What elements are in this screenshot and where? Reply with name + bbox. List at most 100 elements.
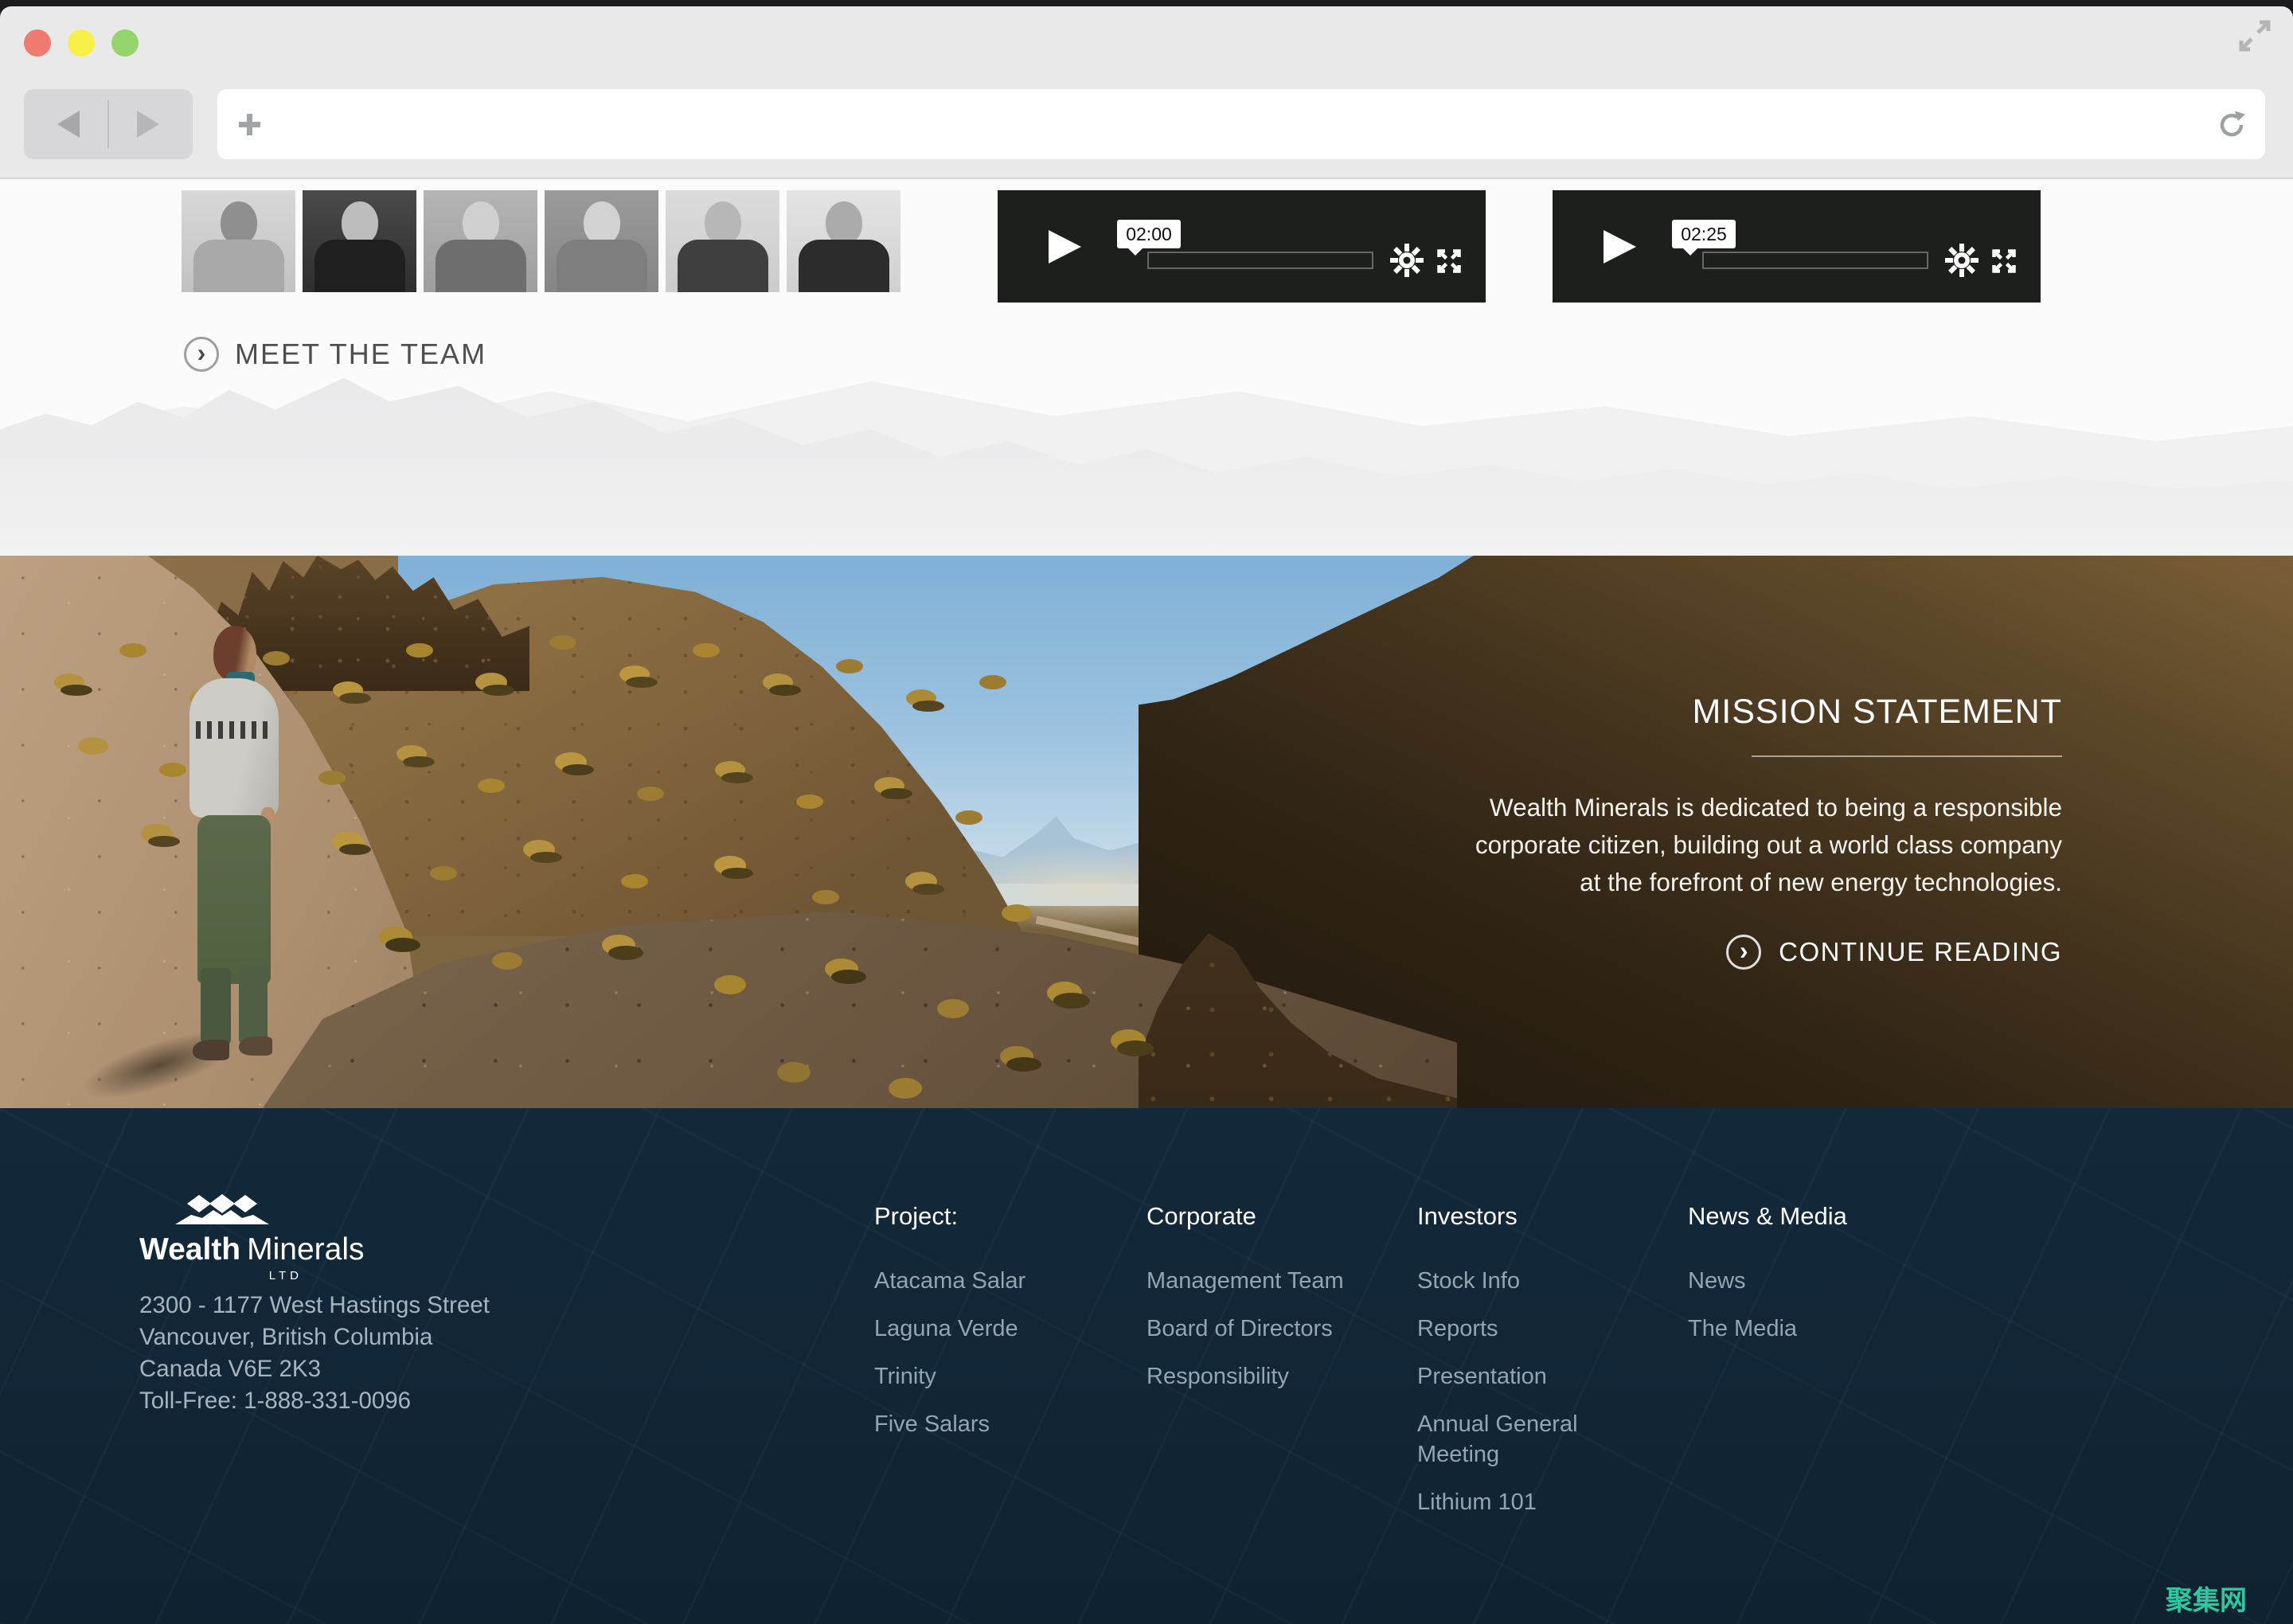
expand-window-icon[interactable] xyxy=(2236,18,2273,58)
settings-gear-icon[interactable] xyxy=(1944,243,1979,282)
video-player[interactable]: 02:00 xyxy=(998,190,1486,303)
address-line: Canada V6E 2K3 xyxy=(139,1353,490,1385)
separator-line xyxy=(1752,755,2062,757)
footer-link-annual-general-meeting[interactable]: Annual General Meeting xyxy=(1417,1409,1592,1470)
close-window-button[interactable] xyxy=(24,29,51,57)
mountains-logo-icon xyxy=(175,1194,269,1228)
portrait-silhouette xyxy=(221,201,257,244)
person-boot xyxy=(193,1040,229,1060)
portrait-silhouette xyxy=(826,201,862,244)
footer-column-corporate: Corporate Management Team Board of Direc… xyxy=(1146,1202,1401,1409)
chevron-circle-icon: › xyxy=(1726,935,1761,970)
nav-button-group xyxy=(24,89,193,159)
mission-line: Wealth Minerals is dedicated to being a … xyxy=(1266,789,2062,826)
footer-logo[interactable]: WealthMinerals LTD xyxy=(139,1194,338,1282)
mission-statement-block: MISSION STATEMENT Wealth Minerals is ded… xyxy=(1266,693,2062,970)
team-photo[interactable] xyxy=(545,190,658,292)
person-pants xyxy=(197,815,271,984)
team-photo[interactable] xyxy=(787,190,900,292)
footer-column-investors: Investors Stock Info Reports Presentatio… xyxy=(1417,1202,1592,1535)
portrait-silhouette xyxy=(463,201,499,244)
footer-link-laguna-verde[interactable]: Laguna Verde xyxy=(874,1314,1097,1344)
video-progress-bar[interactable] xyxy=(1702,252,1928,269)
footer-column-header: Corporate xyxy=(1146,1202,1401,1231)
footer-link-presentation[interactable]: Presentation xyxy=(1417,1361,1592,1392)
fullscreen-icon[interactable] xyxy=(1436,248,1463,279)
footer-column-header: Investors xyxy=(1417,1202,1592,1231)
portrait-silhouette xyxy=(342,201,378,244)
video-duration: 02:00 xyxy=(1126,224,1172,245)
logo-word-light: Minerals xyxy=(247,1232,364,1267)
footer-link-board-of-directors[interactable]: Board of Directors xyxy=(1146,1314,1401,1344)
meet-the-team-link[interactable]: › MEET THE TEAM xyxy=(184,337,486,372)
footer-link-news[interactable]: News xyxy=(1688,1266,2006,1296)
footer-link-five-salars[interactable]: Five Salars xyxy=(874,1409,1097,1439)
address-line: Vancouver, British Columbia xyxy=(139,1321,490,1353)
portrait-silhouette xyxy=(705,201,741,244)
fullscreen-icon[interactable] xyxy=(1990,248,2018,279)
new-tab-icon[interactable] xyxy=(235,110,264,143)
footer-logo-wordmark: WealthMinerals xyxy=(139,1232,338,1267)
chevron-right-icon: › xyxy=(1740,938,1748,963)
footer-link-atacama-salar[interactable]: Atacama Salar xyxy=(874,1266,1097,1296)
footer-link-trinity[interactable]: Trinity xyxy=(874,1361,1097,1392)
team-photo[interactable] xyxy=(182,190,295,292)
footer-link-responsibility[interactable]: Responsibility xyxy=(1146,1361,1401,1392)
browser-toolbar xyxy=(0,6,2293,179)
address-line: Toll-Free: 1-888-331-0096 xyxy=(139,1385,490,1417)
footer-link-the-media[interactable]: The Media xyxy=(1688,1314,2006,1344)
mission-statement-text: Wealth Minerals is dedicated to being a … xyxy=(1266,789,2062,901)
footer-link-reports[interactable]: Reports xyxy=(1417,1314,1592,1344)
url-bar[interactable] xyxy=(217,89,2265,159)
toolbar-divider xyxy=(107,100,109,148)
footer-link-management-team[interactable]: Management Team xyxy=(1146,1266,1401,1296)
person-boot xyxy=(239,1036,272,1056)
footer-link-stock-info[interactable]: Stock Info xyxy=(1417,1266,1592,1296)
person-sweater-pattern xyxy=(196,721,272,739)
team-photo[interactable] xyxy=(666,190,779,292)
footer-link-lithium-101[interactable]: Lithium 101 xyxy=(1417,1487,1592,1517)
hero-grass-shadows xyxy=(0,556,32,567)
mission-statement-title: MISSION STATEMENT xyxy=(1266,693,2062,732)
continue-reading-link[interactable]: › CONTINUE READING xyxy=(1266,935,2062,970)
continue-reading-label: CONTINUE READING xyxy=(1779,937,2062,967)
video-player[interactable]: 02:25 xyxy=(1553,190,2041,303)
site-footer: WealthMinerals LTD 2300 - 1177 West Hast… xyxy=(0,1108,2293,1624)
footer-column-header: News & Media xyxy=(1688,1202,2006,1231)
video-duration-tooltip: 02:00 xyxy=(1117,220,1181,248)
minimize-window-button[interactable] xyxy=(68,29,95,57)
video-duration: 02:25 xyxy=(1681,224,1727,245)
person-leg xyxy=(201,968,231,1044)
zoom-window-button[interactable] xyxy=(111,29,139,57)
video-duration-tooltip: 02:25 xyxy=(1672,220,1736,248)
footer-column-header: Project: xyxy=(874,1202,1097,1231)
standing-person xyxy=(177,626,292,1076)
mission-line: corporate citizen, building out a world … xyxy=(1266,826,2062,864)
play-icon[interactable] xyxy=(1604,230,1636,264)
team-photo[interactable] xyxy=(303,190,416,292)
logo-word-bold: Wealth xyxy=(139,1232,240,1267)
video-progress-bar[interactable] xyxy=(1147,252,1373,269)
team-photo[interactable] xyxy=(424,190,537,292)
chevron-circle-icon: › xyxy=(184,337,219,372)
footer-column-news-media: News & Media News The Media xyxy=(1688,1202,2006,1361)
settings-gear-icon[interactable] xyxy=(1389,243,1424,282)
portrait-shoulders xyxy=(436,240,526,292)
site-watermark: 聚集网 xyxy=(2166,1579,2247,1618)
footer-column-project: Project: Atacama Salar Laguna Verde Trin… xyxy=(874,1202,1097,1457)
screen: › MEET THE TEAM 02:00 02:25 xyxy=(0,0,2293,1624)
play-icon[interactable] xyxy=(1049,230,1081,264)
reload-icon[interactable] xyxy=(2216,108,2248,144)
forward-button[interactable] xyxy=(137,111,159,138)
portrait-silhouette xyxy=(584,201,620,244)
footer-address: 2300 - 1177 West Hastings Street Vancouv… xyxy=(139,1290,490,1417)
back-button[interactable] xyxy=(57,111,80,138)
portrait-shoulders xyxy=(557,240,647,292)
portrait-shoulders xyxy=(193,240,284,292)
hero-image: MISSION STATEMENT Wealth Minerals is ded… xyxy=(0,556,2293,1108)
person-leg xyxy=(239,964,268,1044)
portrait-shoulders xyxy=(678,240,768,292)
chevron-right-icon: › xyxy=(197,340,206,365)
address-line: 2300 - 1177 West Hastings Street xyxy=(139,1290,490,1321)
meet-the-team-label: MEET THE TEAM xyxy=(235,338,486,371)
